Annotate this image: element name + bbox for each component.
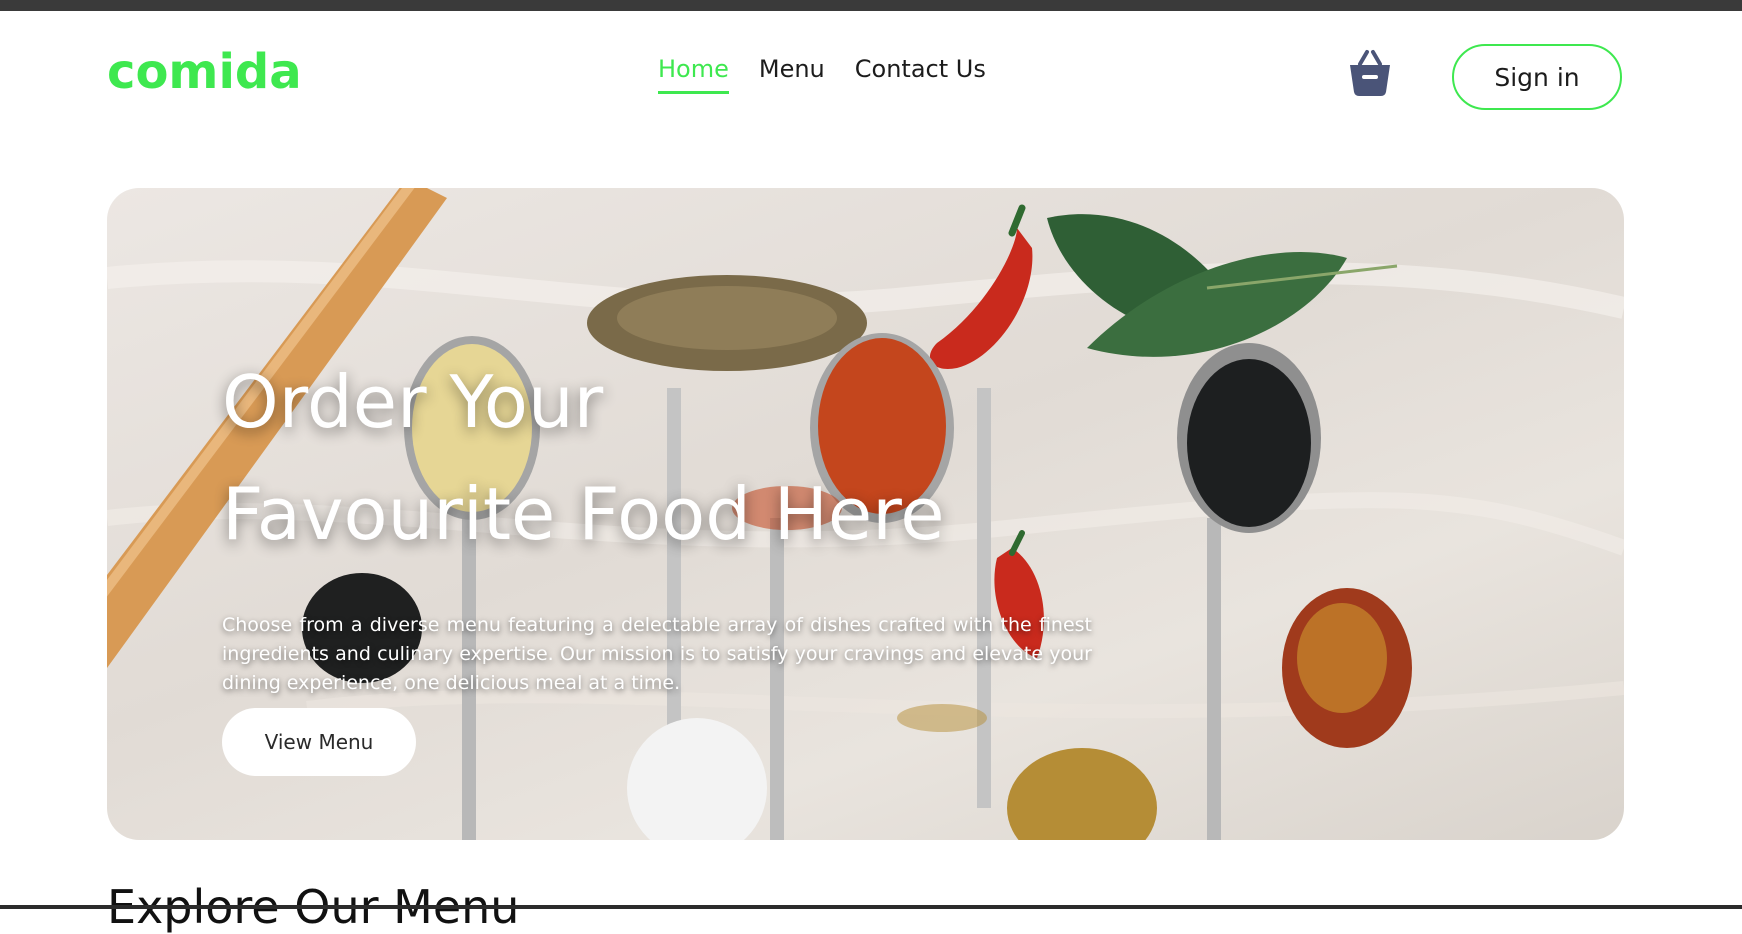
main-nav: Home Menu Contact Us xyxy=(658,55,986,94)
brand-logo[interactable]: comida xyxy=(107,44,302,100)
page-bottom-divider xyxy=(0,905,1742,909)
sign-in-button[interactable]: Sign in xyxy=(1452,44,1622,110)
shopping-basket-icon[interactable] xyxy=(1347,48,1393,98)
view-menu-button[interactable]: View Menu xyxy=(222,708,416,776)
nav-item-menu[interactable]: Menu xyxy=(759,55,825,94)
nav-item-contact-us[interactable]: Contact Us xyxy=(855,55,986,94)
hero-title-line-1: Order Your xyxy=(222,360,604,444)
hero-description: Choose from a diverse menu featuring a d… xyxy=(222,614,1092,694)
hero-title: Order Your Favourite Food Here xyxy=(222,346,1122,570)
hero-banner: Order Your Favourite Food Here Choose fr… xyxy=(107,188,1624,840)
hero-title-line-2: Favourite Food Here xyxy=(222,472,945,556)
nav-item-home[interactable]: Home xyxy=(658,55,729,94)
browser-top-bar xyxy=(0,0,1742,11)
